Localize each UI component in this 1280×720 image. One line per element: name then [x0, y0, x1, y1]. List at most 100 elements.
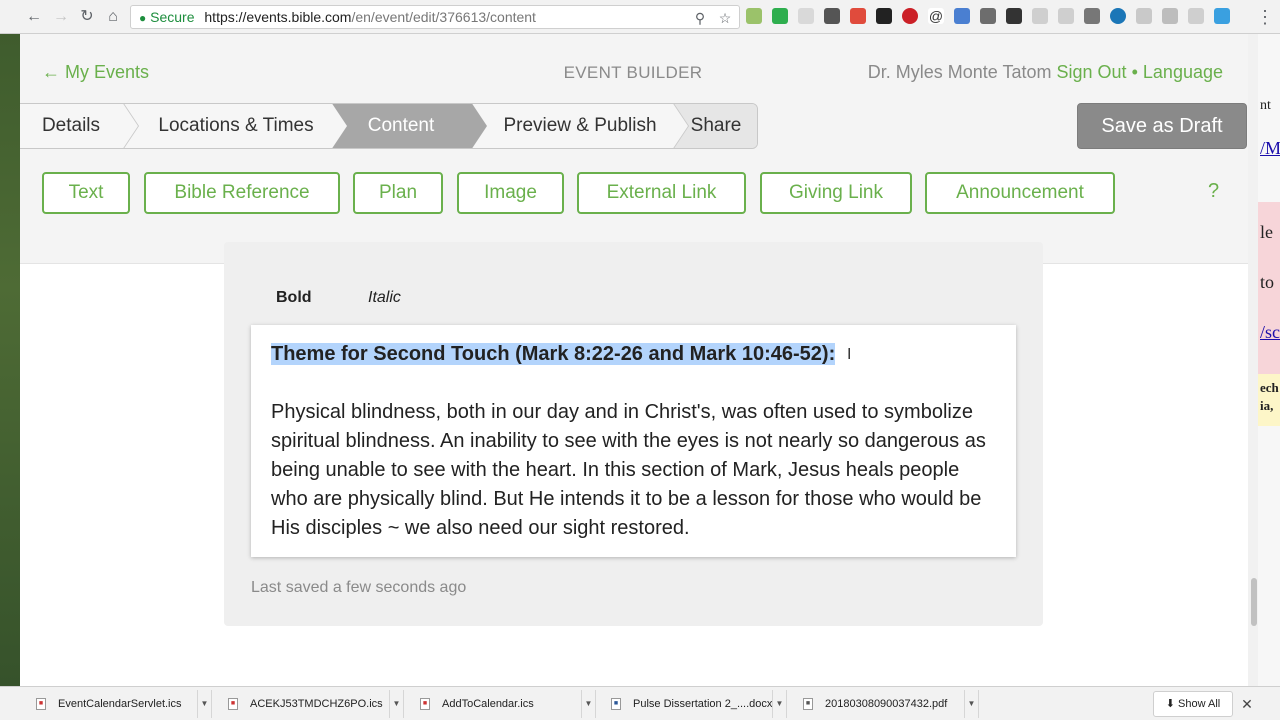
show-all-downloads-button[interactable]: ⬇ Show All [1153, 691, 1233, 717]
step-divider [471, 104, 487, 148]
step-content[interactable]: Content [331, 104, 471, 148]
scrollbar-thumb[interactable] [1251, 578, 1257, 626]
forward-arrow-icon[interactable]: → [51, 7, 71, 27]
extension-page-icon[interactable] [798, 8, 814, 24]
background-text: nt [1260, 98, 1271, 113]
background-text: le [1260, 222, 1273, 242]
download-options-icon[interactable]: ▼ [389, 690, 403, 718]
url-host: https://events.bible.com [204, 9, 352, 25]
pinterest-icon[interactable] [902, 8, 918, 24]
download-item[interactable]: ■ AddToCalendar.ics ▼ [406, 690, 596, 718]
save-status: Last saved a few seconds ago [251, 579, 467, 596]
download-options-icon[interactable]: ▼ [772, 690, 786, 718]
background-link: /sc [1260, 322, 1280, 342]
content-body[interactable]: Physical blindness, both in our day and … [271, 398, 1001, 543]
extension-evernote-icon[interactable] [772, 8, 788, 24]
extension-cloud-icon[interactable] [1032, 8, 1048, 24]
download-filename: ACEKJ53TMDCHZ6PO.ics [250, 698, 383, 710]
step-details[interactable]: Details [20, 104, 123, 148]
at-sign-icon[interactable]: @ [928, 8, 944, 24]
step-preview-publish[interactable]: Preview & Publish [487, 104, 673, 148]
add-bible-reference-button[interactable]: Bible Reference [144, 172, 340, 214]
help-icon[interactable]: ? [1208, 180, 1219, 203]
user-name: Dr. Myles Monte Tatom [867, 62, 1052, 82]
background-text: ia, [1260, 398, 1274, 413]
extension-it-icon[interactable] [1214, 8, 1230, 24]
close-icon[interactable]: ✕ [1240, 695, 1254, 713]
download-filename: EventCalendarServlet.ics [58, 698, 182, 710]
browser-menu-icon[interactable]: ⋮ [1256, 6, 1274, 28]
extension-film-icon[interactable] [1006, 8, 1022, 24]
add-text-button[interactable]: Text [42, 172, 130, 214]
text-cursor-icon: I [847, 346, 852, 363]
background-window-fragment: nt /M le to /sc ech ia, [1258, 34, 1280, 686]
download-item[interactable]: ■ Pulse Dissertation 2_....docx ▼ [597, 690, 787, 718]
download-filename: 20180308090037432.pdf [825, 698, 948, 710]
home-icon[interactable]: ⌂ [103, 7, 123, 27]
download-filename: AddToCalendar.ics [442, 698, 534, 710]
download-item[interactable]: ■ ACEKJ53TMDCHZ6PO.ics ▼ [214, 690, 404, 718]
extension-plus-icon[interactable] [850, 8, 866, 24]
extension-wave-icon[interactable] [1136, 8, 1152, 24]
back-arrow-icon[interactable]: ← [24, 7, 44, 27]
extension-leaf-icon[interactable] [746, 8, 762, 24]
extension-monitor-icon[interactable] [980, 8, 996, 24]
extension-crown-icon[interactable] [876, 8, 892, 24]
save-as-draft-button[interactable]: Save as Draft [1077, 103, 1247, 149]
ics-file-icon: ■ [420, 698, 430, 710]
download-options-icon[interactable]: ▼ [197, 690, 211, 718]
bold-button[interactable]: Bold [276, 289, 312, 307]
step-divider [672, 104, 688, 148]
step-locations-times[interactable]: Locations & Times [141, 104, 331, 148]
step-divider [122, 104, 138, 148]
rich-text-editor[interactable]: Theme for Second Touch (Mark 8:22-26 and… [251, 325, 1016, 557]
secure-label: Secure [150, 9, 195, 25]
browser-toolbar: ← → ↻ ⌂ ● Secure https://events.bible.co… [0, 0, 1280, 34]
ics-file-icon: ■ [228, 698, 238, 710]
background-text: ech [1260, 380, 1279, 395]
extension-multicolor-icon[interactable] [954, 8, 970, 24]
add-image-button[interactable]: Image [457, 172, 564, 214]
download-item[interactable]: ■ EventCalendarServlet.ics ▼ [22, 690, 212, 718]
download-options-icon[interactable]: ▼ [581, 690, 595, 718]
rss-icon[interactable] [1058, 8, 1074, 24]
extension-grid-icon[interactable] [824, 8, 840, 24]
extension-square-icon[interactable] [1084, 8, 1100, 24]
step-navigation: Details Locations & Times Content Previe… [20, 103, 758, 149]
step-divider [331, 104, 347, 148]
language-link[interactable]: Language [1143, 62, 1223, 82]
extension-g-icon[interactable] [1162, 8, 1178, 24]
download-filename: Pulse Dissertation 2_....docx [633, 698, 773, 710]
url-path: /en/event/edit/376613/content [351, 9, 536, 25]
download-item[interactable]: ■ 20180308090037432.pdf ▼ [789, 690, 979, 718]
add-external-link-button[interactable]: External Link [577, 172, 746, 214]
extension-circle-icon[interactable] [1110, 8, 1126, 24]
content-heading: Theme for Second Touch (Mark 8:22-26 and… [271, 343, 836, 366]
add-plan-button[interactable]: Plan [353, 172, 443, 214]
event-builder-page: ← My Events EVENT BUILDER Dr. Myles Mont… [20, 34, 1248, 686]
zoom-icon[interactable]: ⚲ [691, 9, 709, 27]
background-link: /M [1260, 138, 1280, 158]
docx-file-icon: ■ [611, 698, 621, 710]
pdf-file-icon: ■ [803, 698, 813, 710]
extension-calendar-icon[interactable] [1188, 8, 1204, 24]
lock-icon: ● [139, 11, 147, 25]
download-arrow-icon: ⬇ [1165, 698, 1175, 710]
separator-dot: • [1131, 62, 1138, 82]
address-bar[interactable]: ● Secure https://events.bible.com/en/eve… [130, 5, 740, 29]
background-text: to [1260, 272, 1275, 292]
page-header: ← My Events EVENT BUILDER Dr. Myles Mont… [20, 34, 1248, 264]
user-area: Dr. Myles Monte Tatom Sign Out • Languag… [868, 62, 1223, 83]
text-content-card: Bold Italic Theme for Second Touch (Mark… [224, 242, 1043, 626]
reload-icon[interactable]: ↻ [77, 7, 97, 27]
download-options-icon[interactable]: ▼ [964, 690, 978, 718]
bookmark-star-icon[interactable]: ☆ [716, 9, 734, 27]
downloads-shelf: ■ EventCalendarServlet.ics ▼ ■ ACEKJ53TM… [0, 686, 1280, 720]
italic-button[interactable]: Italic [368, 289, 401, 307]
show-all-label: Show All [1178, 698, 1221, 710]
add-announcement-button[interactable]: Announcement [925, 172, 1115, 214]
ics-file-icon: ■ [36, 698, 46, 710]
sign-out-link[interactable]: Sign Out [1057, 62, 1127, 82]
selected-heading-text[interactable]: Theme for Second Touch (Mark 8:22-26 and… [271, 343, 836, 365]
add-giving-link-button[interactable]: Giving Link [760, 172, 912, 214]
